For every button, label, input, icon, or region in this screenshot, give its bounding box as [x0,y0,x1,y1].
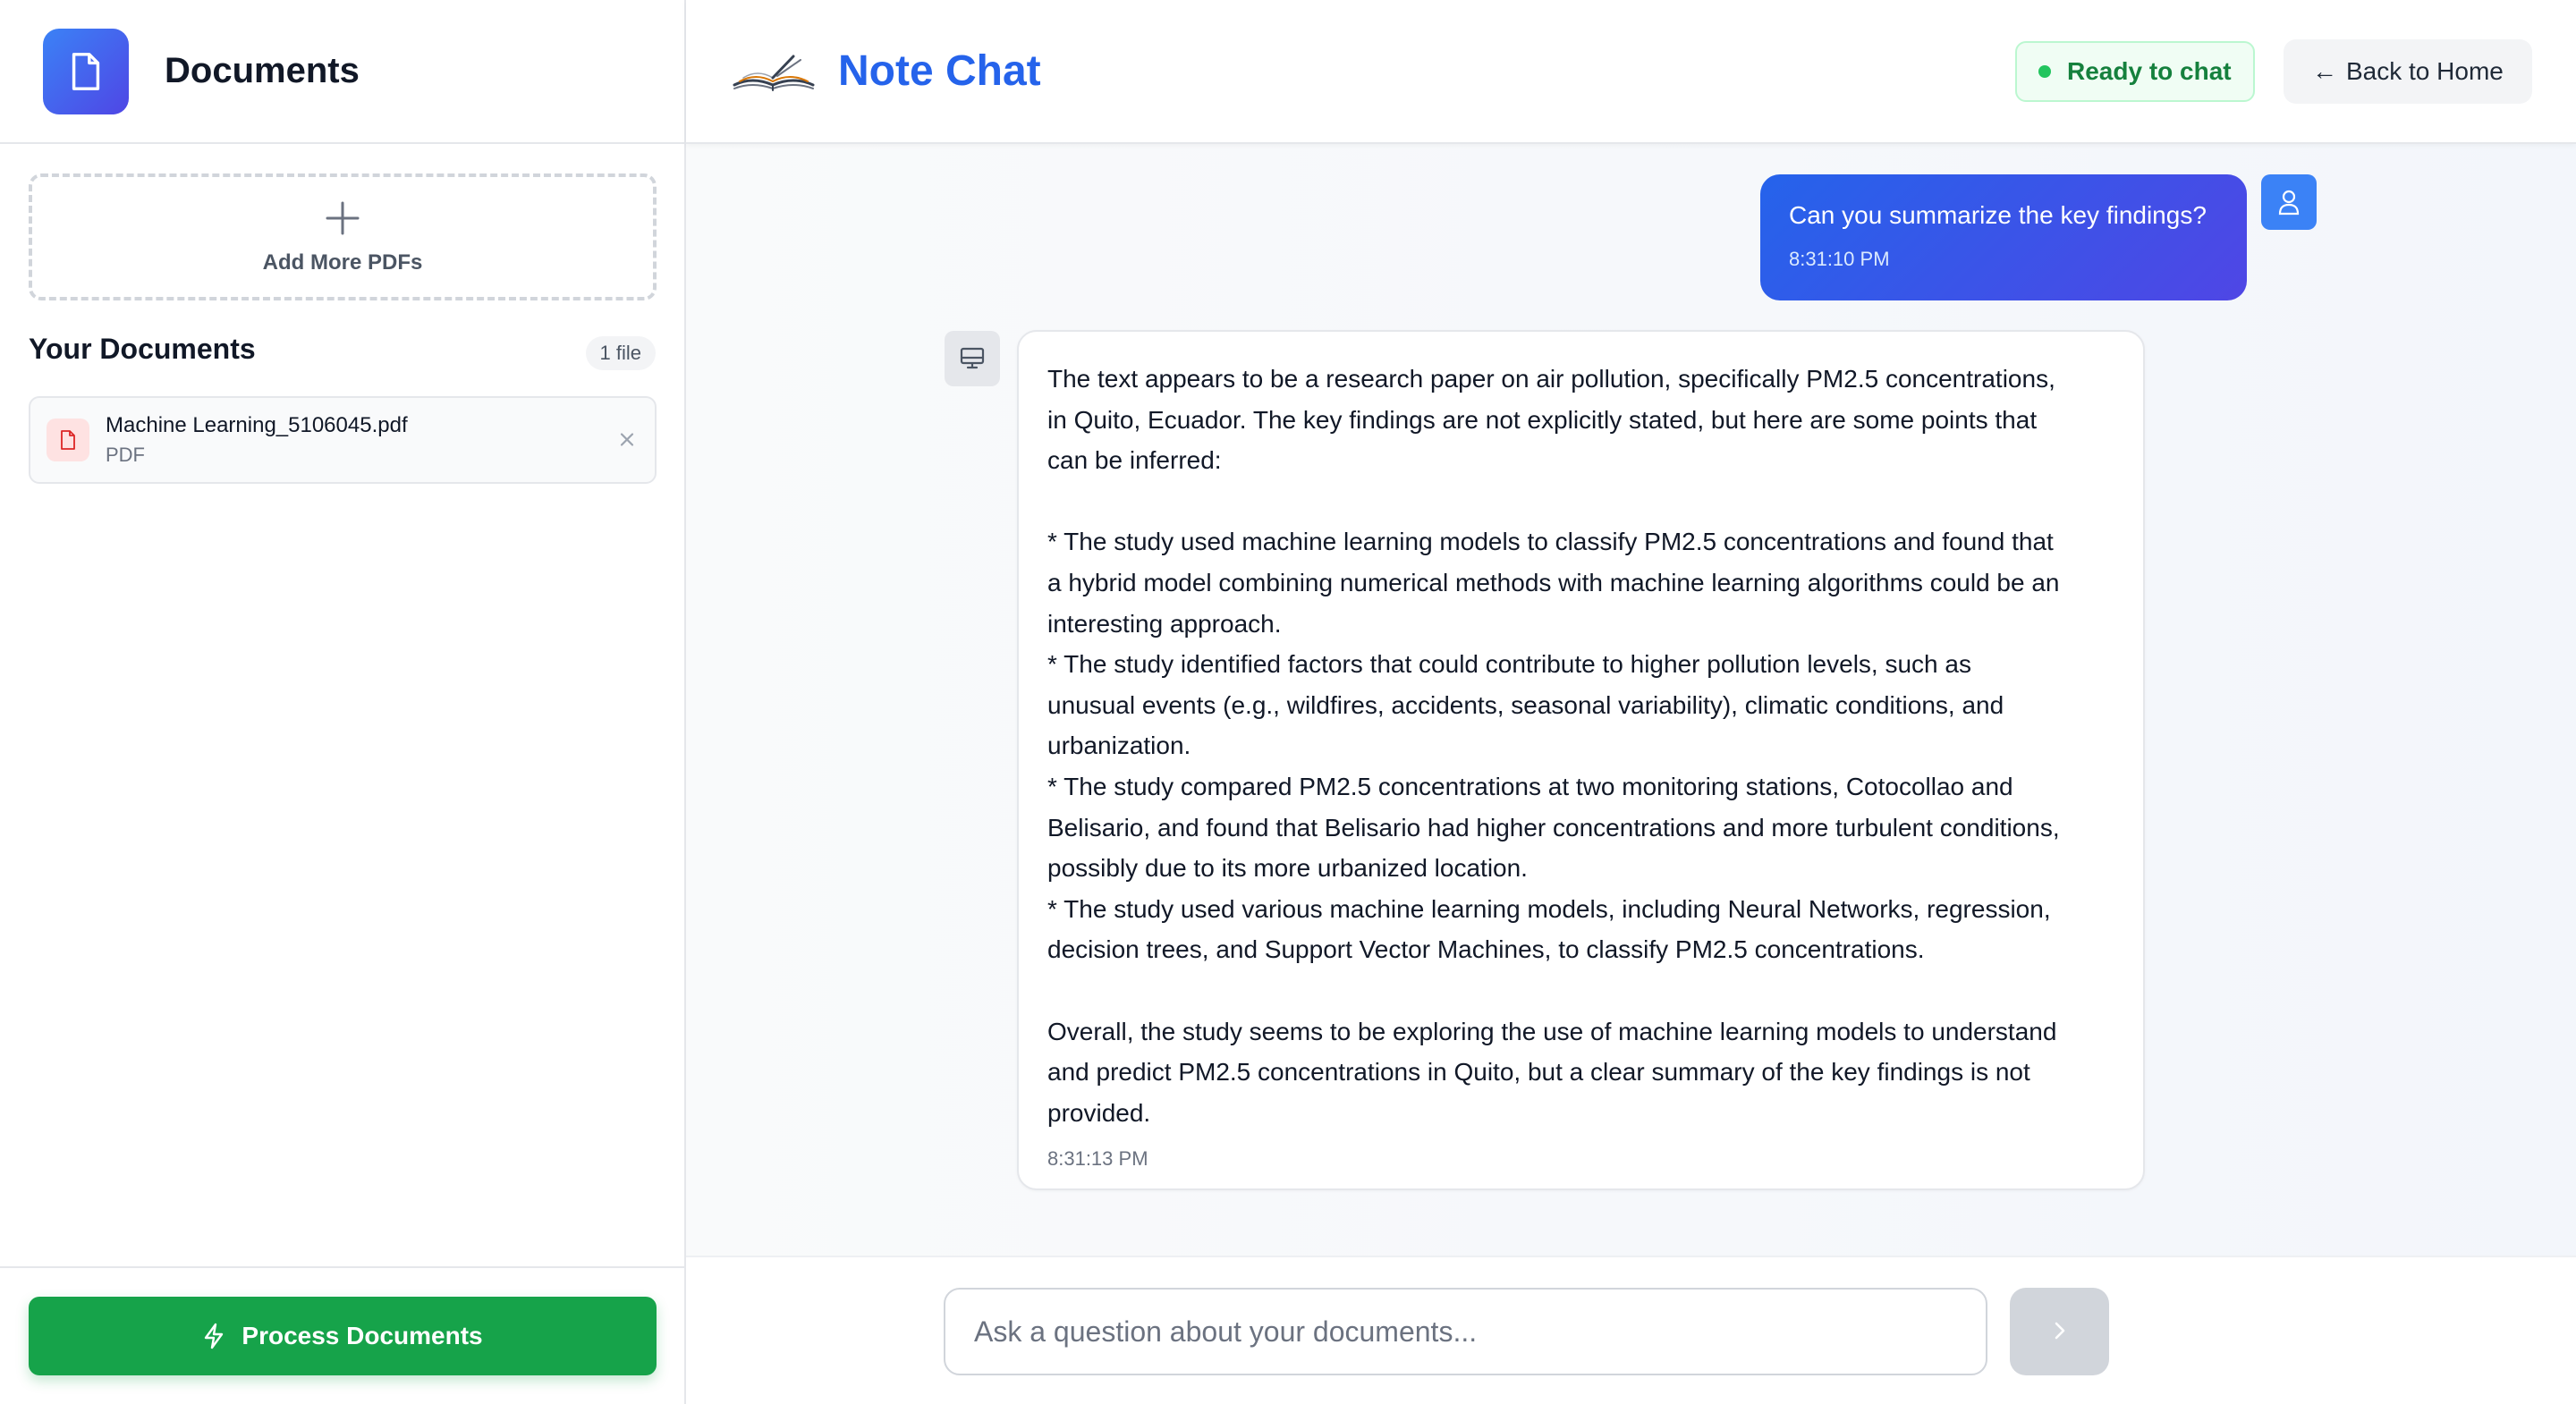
file-item[interactable]: Machine Learning_5106045.pdf PDF [29,396,657,484]
documents-count-badge: 1 file [585,336,656,370]
user-icon [2261,174,2317,230]
chat-input[interactable] [944,1288,1987,1375]
arrow-left-icon: ← [2312,57,2337,85]
process-documents-label: Process Documents [242,1322,483,1349]
back-to-home-label: Back to Home [2346,57,2504,85]
status-label: Ready to chat [2067,57,2232,85]
assistant-message-time: 8:31:13 PM [1047,1147,1148,1171]
composer [686,1256,2576,1404]
status-badge: Ready to chat [2015,41,2255,102]
file-name: Machine Learning_5106045.pdf [106,413,408,437]
chat-header: Note Chat Ready to chat ← Back to Home [686,0,2576,144]
app-title: Note Chat [838,47,1041,95]
lightning-icon [202,1323,225,1349]
documents-heading: Your Documents [29,333,256,365]
assistant-message-text: The text appears to be a research paper … [1047,365,2060,1127]
add-pdfs-label: Add More PDFs [262,250,423,275]
user-message: Can you summarize the key findings? 8:31… [1760,174,2247,300]
user-message-text: Can you summarize the key findings? [1789,201,2207,229]
open-book-icon [731,49,817,94]
bot-icon [945,331,1000,386]
close-icon[interactable] [619,427,635,454]
sidebar-footer: Process Documents [0,1266,684,1404]
sidebar-title: Documents [165,51,360,90]
back-to-home-button[interactable]: ← Back to Home [2284,39,2532,104]
user-message-time: 8:31:10 PM [1789,248,1890,270]
add-pdfs-dropzone[interactable]: Add More PDFs [29,173,657,300]
sidebar-header: Documents [0,0,684,144]
chevron-right-icon [2053,1320,2067,1344]
send-button[interactable] [2010,1288,2109,1375]
app-root: Documents Add More PDFs Your Documents 1… [0,0,2576,1404]
pdf-file-icon [47,419,89,461]
plus-icon [324,199,361,241]
file-type: PDF [106,444,145,466]
process-documents-button[interactable]: Process Documents [29,1297,657,1375]
status-dot-icon [2038,65,2051,78]
chat-main: Note Chat Ready to chat ← Back to Home C… [686,0,2576,1404]
file-icon [43,28,129,114]
assistant-message: The text appears to be a research paper … [1017,330,2145,1190]
sidebar: Documents Add More PDFs Your Documents 1… [0,0,686,1404]
